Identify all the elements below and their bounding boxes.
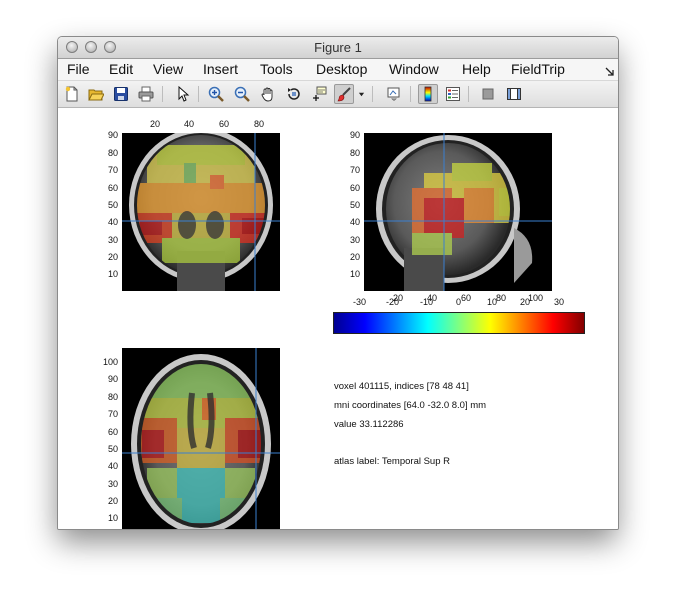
- sagittal-y-tick: 50: [350, 200, 361, 210]
- coronal-y-tick: 20: [108, 252, 119, 262]
- coronal-y-tick: 30: [108, 235, 119, 245]
- voxel-readout: voxel 401115, indices [78 48 41]: [334, 381, 469, 392]
- sagittal-y-tick: 80: [350, 148, 361, 158]
- coronal-x-tick: 60: [219, 119, 230, 129]
- pan-hand-icon[interactable]: [258, 84, 278, 104]
- menu-window[interactable]: Window: [389, 61, 439, 77]
- figure-toolbar: [58, 81, 618, 108]
- colorbar-tick: 10: [487, 297, 498, 307]
- insert-colorbar-icon[interactable]: [418, 84, 438, 104]
- coronal-x-tick: 40: [184, 119, 195, 129]
- colorbar-tick: 20: [520, 297, 531, 307]
- coronal-y-tick: 90: [108, 130, 119, 140]
- value-readout: value 33.112286: [334, 419, 404, 430]
- colorbar[interactable]: [333, 312, 585, 334]
- toolbar-separator: [372, 86, 373, 102]
- sagittal-x-tick: 80: [496, 293, 507, 303]
- axial-y-tick: 90: [108, 374, 119, 384]
- toolbar-toggle-icon[interactable]: [605, 63, 614, 79]
- menu-desktop[interactable]: Desktop: [316, 61, 367, 77]
- title-bar[interactable]: Figure 1: [58, 37, 618, 59]
- coronal-x-tick: 80: [254, 119, 265, 129]
- axial-y-tick: 20: [108, 496, 119, 506]
- zoom-in-icon[interactable]: [206, 84, 226, 104]
- menu-bar: File Edit View Insert Tools Desktop Wind…: [58, 59, 618, 81]
- sagittal-y-tick: 40: [350, 217, 361, 227]
- toolbar-separator: [410, 86, 411, 102]
- toolbar-separator: [468, 86, 469, 102]
- sagittal-y-tick: 30: [350, 235, 361, 245]
- coronal-y-tick: 60: [108, 183, 119, 193]
- show-plot-tools-icon[interactable]: [504, 84, 524, 104]
- sagittal-y-tick: 90: [350, 130, 361, 140]
- print-icon[interactable]: [136, 84, 156, 104]
- atlas-label-readout: atlas label: Temporal Sup R: [334, 456, 450, 467]
- new-figure-icon[interactable]: [62, 84, 82, 104]
- sagittal-y-tick: 20: [350, 252, 361, 262]
- window-title: Figure 1: [314, 40, 362, 55]
- axial-y-tick: 30: [108, 479, 119, 489]
- menu-fieldtrip[interactable]: FieldTrip: [511, 61, 565, 77]
- axial-y-tick: 10: [108, 513, 119, 523]
- figure-window: Figure 1 File Edit View Insert Tools Des…: [57, 36, 619, 530]
- colorbar-tick: -10: [420, 297, 434, 307]
- coronal-y-tick: 70: [108, 165, 119, 175]
- coronal-y-tick: 80: [108, 148, 119, 158]
- pointer-icon[interactable]: [173, 84, 193, 104]
- sagittal-y-tick: 70: [350, 165, 361, 175]
- menu-view[interactable]: View: [153, 61, 183, 77]
- sagittal-x-tick: 100: [528, 293, 544, 303]
- menu-edit[interactable]: Edit: [109, 61, 133, 77]
- rotate-3d-icon[interactable]: [284, 84, 304, 104]
- coronal-slice-plot[interactable]: [122, 133, 280, 291]
- brush-icon[interactable]: [334, 84, 354, 104]
- toolbar-separator: [162, 86, 163, 102]
- brush-dropdown-icon[interactable]: [356, 84, 366, 104]
- toolbar-separator: [198, 86, 199, 102]
- figure-canvas: 20 40 60 80 90 80 70 60 50 40 30 20 10 9…: [58, 108, 618, 529]
- coronal-y-tick: 40: [108, 217, 119, 227]
- axial-y-tick: 60: [108, 427, 119, 437]
- colorbar-tick: -20: [386, 297, 400, 307]
- mni-coordinates-readout: mni coordinates [64.0 -32.0 8.0] mm: [334, 400, 487, 411]
- colorbar-tick: 30: [554, 297, 565, 307]
- axial-slice-plot[interactable]: [122, 348, 280, 530]
- insert-legend-icon[interactable]: [443, 84, 463, 104]
- save-icon[interactable]: [111, 84, 131, 104]
- sagittal-slice-plot[interactable]: [364, 133, 552, 291]
- axial-y-tick: 80: [108, 392, 119, 402]
- axial-y-tick: 40: [108, 461, 119, 471]
- zoom-out-icon[interactable]: [232, 84, 252, 104]
- menu-help[interactable]: Help: [462, 61, 491, 77]
- hide-plot-tools-icon[interactable]: [478, 84, 498, 104]
- axial-y-tick: 100: [103, 357, 119, 367]
- data-cursor-icon[interactable]: [309, 84, 329, 104]
- colorbar-tick: -30: [353, 297, 367, 307]
- sagittal-y-tick: 10: [350, 269, 361, 279]
- sagittal-y-tick: 60: [350, 183, 361, 193]
- coronal-y-tick: 50: [108, 200, 119, 210]
- menu-file[interactable]: File: [67, 61, 90, 77]
- menu-insert[interactable]: Insert: [203, 61, 238, 77]
- coronal-y-tick: 10: [108, 269, 119, 279]
- menu-tools[interactable]: Tools: [260, 61, 293, 77]
- colorbar-tick: 0: [456, 297, 462, 307]
- coronal-x-tick: 20: [150, 119, 161, 129]
- sagittal-x-tick: 60: [461, 293, 472, 303]
- link-plot-icon[interactable]: [384, 84, 404, 104]
- open-file-icon[interactable]: [86, 84, 106, 104]
- axial-y-tick: 70: [108, 409, 119, 419]
- axial-y-tick: 50: [108, 444, 119, 454]
